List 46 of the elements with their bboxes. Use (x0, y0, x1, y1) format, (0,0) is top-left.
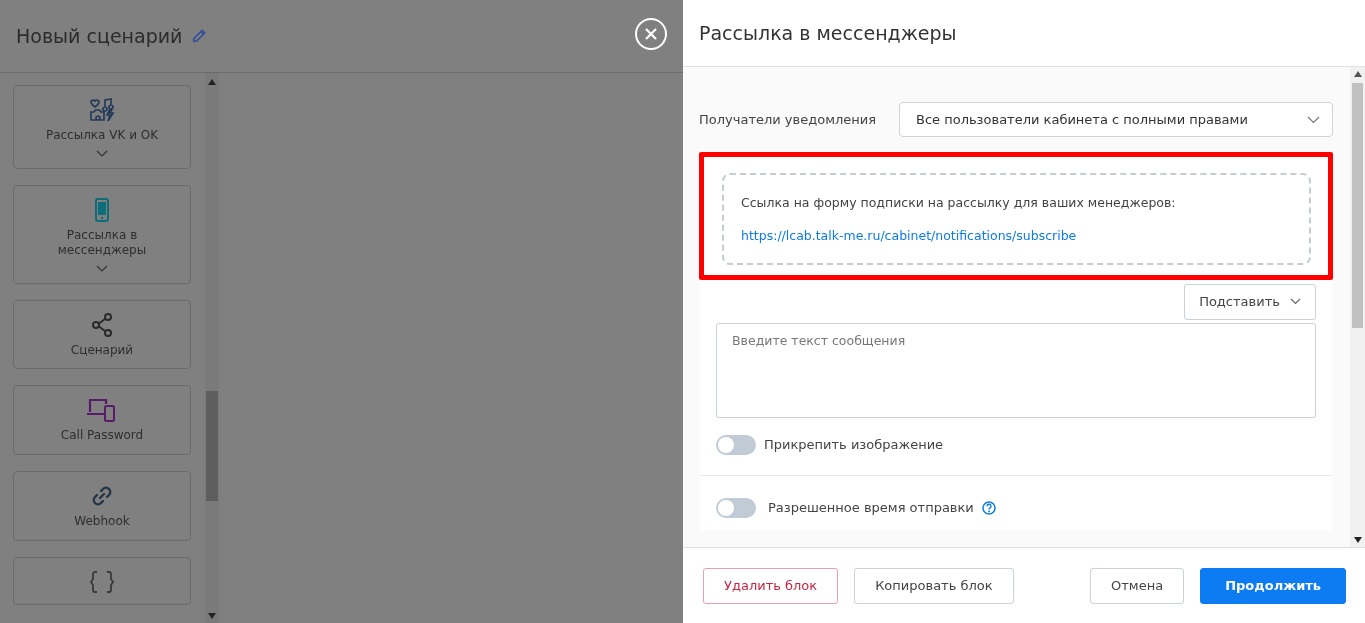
block-label: Call Password (60, 428, 144, 444)
block-card[interactable]: Call Password (13, 385, 191, 455)
delete-button[interactable]: Удалить блок (703, 567, 839, 604)
scrollbar[interactable] (1350, 67, 1365, 547)
help-icon[interactable] (981, 501, 996, 515)
insert-dropdown[interactable]: Подставить (1184, 283, 1316, 320)
block-label: Сценарий (70, 342, 134, 359)
close-button[interactable] (635, 18, 667, 50)
scrollbar[interactable] (205, 73, 219, 623)
chevron-icon (1289, 298, 1301, 305)
footer-button[interactable]: Отмена (1090, 567, 1185, 604)
subscribe-text: Ссылка на форму подписки на рассылку для ваших менеджеров: (741, 194, 1177, 212)
scrollbar-thumb[interactable] (1352, 83, 1363, 328)
toggle-label: Прикрепить изображение (764, 436, 944, 455)
scroll-down-icon[interactable] (1354, 537, 1362, 543)
block-card[interactable]: Webhook (13, 470, 191, 541)
toggle-switch[interactable] (716, 498, 756, 518)
field-label: Получатели уведомления (699, 110, 878, 129)
toggle-switch[interactable] (716, 435, 756, 455)
scrollbar-thumb[interactable] (206, 391, 218, 501)
scenario-title: Новый сценарий (16, 23, 183, 49)
recipients-select[interactable]: Все пользователи кабинета с полными правами (899, 102, 1333, 137)
block-card[interactable]: Сценарий (13, 299, 191, 370)
close-icon (644, 27, 658, 41)
scroll-up-icon[interactable] (208, 79, 216, 85)
block-card[interactable]: Рассылка в мессенджеры (13, 184, 191, 284)
share-icon (91, 312, 113, 337)
pencil-icon[interactable] (192, 29, 207, 43)
chevron-icon[interactable] (96, 149, 108, 158)
phone-icon (95, 197, 109, 222)
block-label: Рассылка VK и OK (45, 128, 159, 144)
subscribe-link[interactable]: https://lcab.talk-me.ru/cabinet/notifications/subscribe (741, 226, 1077, 246)
block-label: Webhook (74, 513, 130, 530)
panel-title: Рассылка в мессенджеры (699, 20, 957, 46)
chevron-icon[interactable] (96, 264, 108, 273)
block-card[interactable]: Рассылка VK и OK (13, 85, 191, 169)
message-field[interactable]: Введите текст сообщения (716, 322, 1316, 418)
block-label: Рассылка в мессенджеры (56, 227, 148, 259)
chevron-icon (1307, 115, 1320, 124)
braces-icon (89, 569, 115, 594)
scroll-up-icon[interactable] (1354, 71, 1362, 77)
continue-button[interactable]: Продолжить (1200, 567, 1346, 604)
footer-button[interactable]: Копировать блок (854, 567, 1014, 604)
toggle-label: Разрешенное время отправки (768, 499, 974, 518)
devices-icon (87, 398, 117, 423)
photo-heart-icon (89, 98, 115, 122)
